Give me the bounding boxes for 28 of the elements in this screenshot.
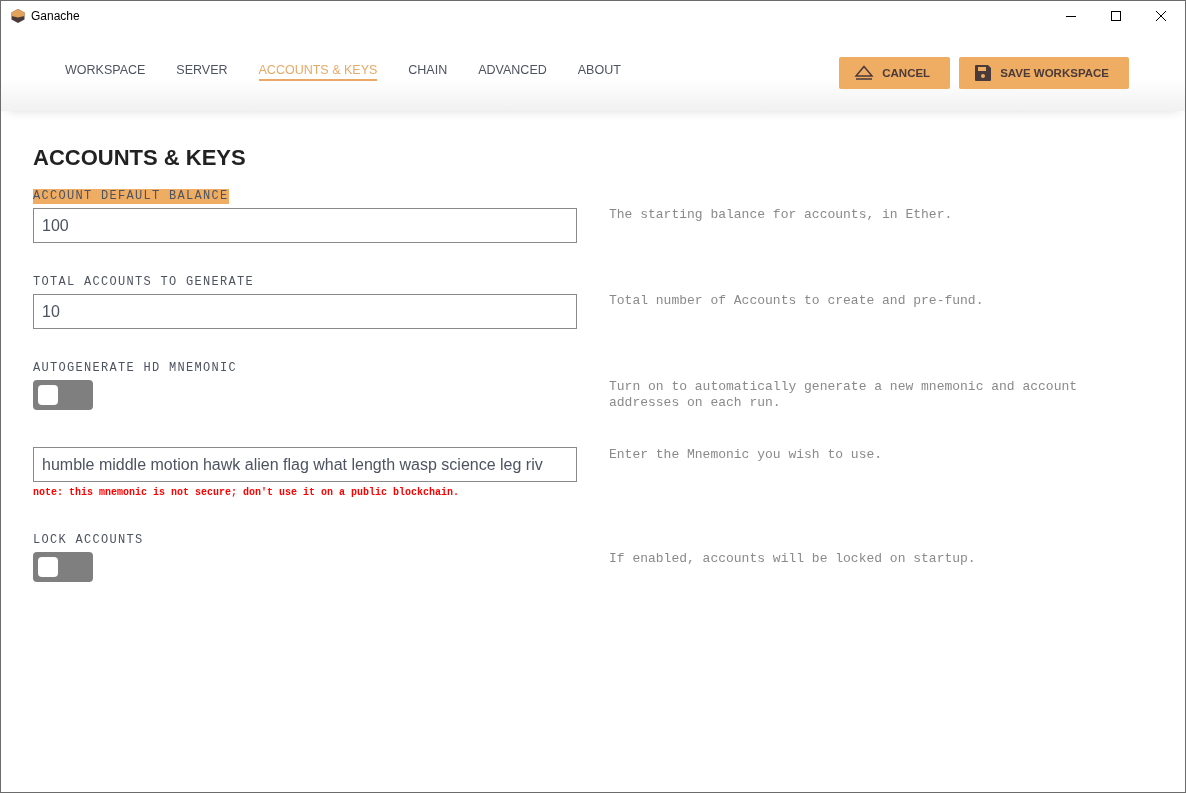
setting-description: The starting balance for accounts, in Ether. bbox=[609, 207, 954, 224]
page-heading: ACCOUNTS & KEYS bbox=[33, 145, 247, 171]
eject-icon bbox=[854, 64, 875, 81]
setting-label: AUTOGENERATE HD MNEMONIC bbox=[33, 361, 238, 376]
setting-label: LOCK ACCOUNTS bbox=[33, 533, 144, 548]
maximize-icon[interactable] bbox=[1110, 10, 1122, 22]
input-field[interactable]: humble middle motion hawk alien flag what length wasp science leg riv bbox=[33, 447, 577, 482]
setting-label: ACCOUNT DEFAULT BALANCE bbox=[33, 189, 229, 204]
nav-tab[interactable]: ABOUT bbox=[577, 63, 621, 81]
cancel-button[interactable]: CANCEL bbox=[839, 56, 951, 89]
warning-note: note: this mnemonic is not secure; don't use it on a public blockchain. bbox=[33, 487, 460, 498]
setting-description: Total number of Accounts to create and pre-fund. bbox=[609, 293, 985, 310]
setting-label: TOTAL ACCOUNTS TO GENERATE bbox=[33, 275, 255, 290]
nav-tab[interactable]: CHAIN bbox=[408, 63, 448, 81]
nav-tab[interactable]: WORKSPACE bbox=[65, 63, 146, 81]
input-field[interactable]: 100 bbox=[33, 208, 577, 243]
toggle-switch[interactable] bbox=[33, 552, 93, 582]
setting-description: If enabled, accounts will be locked on startup. bbox=[609, 551, 977, 568]
window-title: Ganache bbox=[31, 9, 80, 23]
toggle-switch[interactable] bbox=[33, 380, 93, 410]
setting-description: Enter the Mnemonic you wish to use. bbox=[609, 447, 884, 464]
setting-description: Turn on to automatically generate a new mnemonic and account addresses on each run. bbox=[609, 379, 1079, 412]
app-logo-icon bbox=[10, 8, 26, 24]
nav-tab[interactable]: ADVANCED bbox=[478, 63, 547, 81]
close-icon[interactable] bbox=[1155, 10, 1167, 22]
input-field[interactable]: 10 bbox=[33, 294, 577, 329]
nav-tab[interactable]: SERVER bbox=[176, 63, 228, 81]
save-workspace-button[interactable]: SAVE WORKSPACE bbox=[959, 56, 1129, 89]
